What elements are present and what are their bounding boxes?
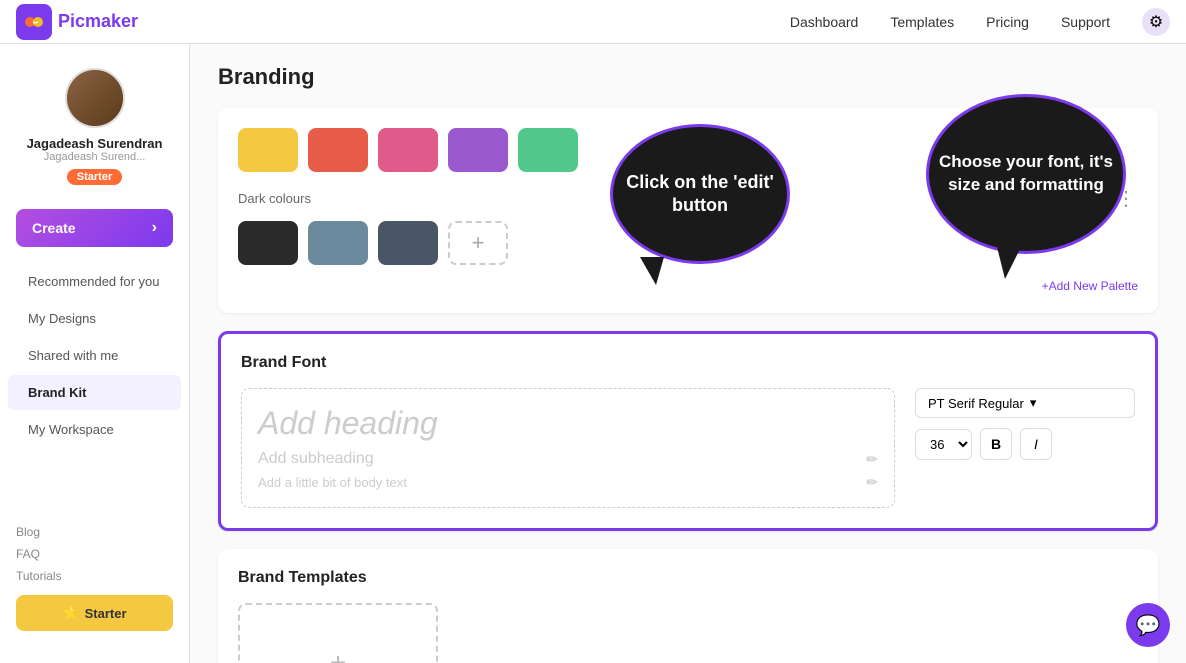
swatch-coral[interactable]: [308, 128, 368, 172]
settings-icon[interactable]: ⚙: [1142, 8, 1170, 36]
user-name: Jagadeash Surendran: [27, 136, 163, 151]
upgrade-label: Starter: [85, 606, 127, 621]
footer-links: Blog FAQ Tutorials: [16, 525, 173, 583]
top-nav: Picmaker Dashboard Templates Pricing Sup…: [0, 0, 1186, 44]
sidebar-item-shared[interactable]: Shared with me: [8, 338, 181, 373]
nav-pricing[interactable]: Pricing: [986, 14, 1029, 30]
swatch-purple[interactable]: [448, 128, 508, 172]
brand-font-section: Brand Font Add heading Add subheading ✏ …: [218, 331, 1158, 531]
brand-templates-title: Brand Templates: [238, 569, 1138, 587]
sidebar-item-workspace[interactable]: My Workspace: [8, 412, 181, 447]
swatch-dark2[interactable]: [308, 221, 368, 265]
create-label: Create: [32, 220, 76, 236]
subheading-edit-icon[interactable]: ✏: [866, 451, 878, 468]
swatch-dark1[interactable]: [238, 221, 298, 265]
nav-dashboard[interactable]: Dashboard: [790, 14, 859, 30]
sidebar-footer: Blog FAQ Tutorials ⭐ Starter: [0, 509, 189, 647]
avatar: [65, 68, 125, 128]
chat-bubble[interactable]: 💬: [1126, 603, 1170, 647]
font-size-select[interactable]: 36 24 48: [915, 429, 972, 460]
create-arrow-icon: ›: [152, 219, 157, 237]
add-palette-link[interactable]: +Add New Palette: [238, 279, 1138, 293]
font-text-area: Add heading Add subheading ✏ Add a littl…: [241, 388, 895, 508]
chevron-down-icon: ▾: [1030, 395, 1037, 411]
sidebar-item-recommended[interactable]: Recommended for you: [8, 264, 181, 299]
footer-tutorials[interactable]: Tutorials: [16, 569, 173, 583]
add-template-plus-icon: +: [330, 647, 346, 663]
user-profile: Jagadeash Surendran Jagadeash Surend... …: [0, 60, 189, 201]
sidebar: Jagadeash Surendran Jagadeash Surend... …: [0, 44, 190, 663]
dark-colours-label: Dark colours: [238, 191, 311, 206]
page-title: Branding: [218, 64, 1158, 90]
swatch-pink[interactable]: [378, 128, 438, 172]
add-dark-swatch[interactable]: +: [448, 221, 508, 265]
font-controls: PT Serif Regular ▾ 36 24 48 B I: [915, 388, 1135, 508]
bubble-choose-font: Choose your font, it's size and formatti…: [926, 94, 1126, 254]
app-layout: Jagadeash Surendran Jagadeash Surend... …: [0, 0, 1186, 663]
font-name-label: PT Serif Regular: [928, 396, 1024, 411]
swatch-yellow[interactable]: [238, 128, 298, 172]
bold-button[interactable]: B: [980, 428, 1012, 460]
nav-templates[interactable]: Templates: [890, 14, 954, 30]
star-icon: ⭐: [62, 605, 78, 621]
user-email: Jagadeash Surend...: [44, 151, 146, 163]
logo-icon: [16, 4, 52, 40]
subheading-row: Add subheading ✏: [258, 450, 878, 468]
sidebar-item-my-designs[interactable]: My Designs: [8, 301, 181, 336]
italic-button[interactable]: I: [1020, 428, 1052, 460]
subheading-placeholder[interactable]: Add subheading: [258, 450, 374, 468]
body-placeholder[interactable]: Add a little bit of body text: [258, 475, 407, 490]
main-content: Branding Dark colours ⋮ + +Add New Palet…: [190, 44, 1186, 663]
heading-placeholder[interactable]: Add heading: [258, 405, 878, 442]
avatar-image: [67, 70, 123, 126]
nav-links: Dashboard Templates Pricing Support ⚙: [790, 8, 1170, 36]
starter-upgrade-button[interactable]: ⭐ Starter: [16, 595, 173, 631]
footer-faq[interactable]: FAQ: [16, 547, 173, 561]
create-button[interactable]: Create ›: [16, 209, 173, 247]
body-row: Add a little bit of body text ✏: [258, 474, 878, 491]
font-size-controls: 36 24 48 B I: [915, 428, 1135, 460]
font-selector[interactable]: PT Serif Regular ▾: [915, 388, 1135, 418]
logo: Picmaker: [16, 4, 138, 40]
brand-templates-section: Brand Templates + Add brand templates: [218, 549, 1158, 663]
swatch-green[interactable]: [518, 128, 578, 172]
footer-blog[interactable]: Blog: [16, 525, 173, 539]
bubble-click-edit: Click on the 'edit' button: [610, 124, 790, 264]
logo-text: Picmaker: [58, 11, 138, 32]
swatch-dark3[interactable]: [378, 221, 438, 265]
sidebar-nav: Recommended for you My Designs Shared wi…: [0, 255, 189, 456]
brand-font-title: Brand Font: [241, 354, 1135, 372]
add-template-card[interactable]: + Add brand templates: [238, 603, 438, 663]
nav-support[interactable]: Support: [1061, 14, 1110, 30]
body-edit-icon[interactable]: ✏: [866, 474, 878, 491]
sidebar-item-brand-kit[interactable]: Brand Kit: [8, 375, 181, 410]
font-editor: Add heading Add subheading ✏ Add a littl…: [241, 388, 1135, 508]
starter-badge: Starter: [67, 169, 122, 185]
